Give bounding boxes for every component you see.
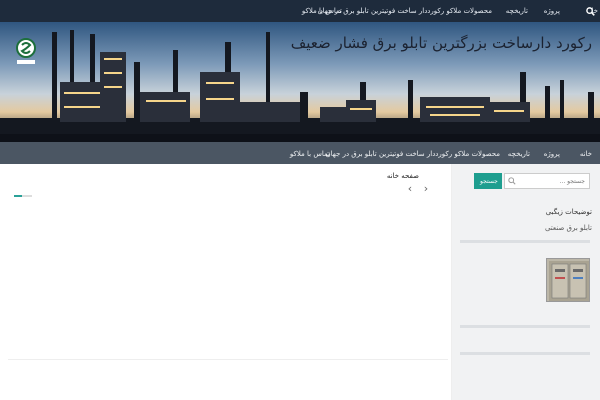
chevron-left-icon[interactable]: ‹ (405, 183, 415, 194)
panel-thumbnail-image[interactable] (546, 258, 590, 302)
main-nav: خانه پروژه تاریخچه محصولات ملاکو رکورددا… (0, 142, 600, 164)
top-bar: خا پروژه تاریخچه محصولات ملاکو رکورددار … (0, 0, 600, 22)
search-icon (508, 177, 516, 185)
search-submit-button[interactable]: جستجو (474, 173, 502, 189)
topbar-item-products[interactable]: محصولات ملاکو رکورددار ساخت فوتیترین تاب… (318, 7, 492, 15)
nav-item-history[interactable]: تاریخچه (508, 150, 530, 158)
sidebar-divider (460, 240, 590, 243)
topbar-item-projects[interactable]: پروژه (544, 7, 560, 15)
banner-title: رکورد دارساخت بزرگترین تابلو برق فشار ضع… (290, 34, 592, 52)
search-input[interactable] (504, 173, 590, 189)
topbar-item-contact[interactable]: تماس با ملاکو (302, 7, 342, 15)
sidebar-divider (460, 325, 590, 328)
chevron-right-icon[interactable]: › (421, 183, 431, 194)
widget-title: توضیحات زیگبی (545, 208, 592, 216)
content-divider (8, 359, 448, 360)
nav-item-home[interactable]: خانه (580, 150, 592, 158)
breadcrumb[interactable]: صفحه خانه (387, 172, 419, 180)
header-banner: رکورد دارساخت بزرگترین تابلو برق فشار ضع… (0, 22, 600, 142)
nav-item-projects[interactable]: پروژه (544, 150, 560, 158)
widget-link[interactable]: تابلو برق صنعتی (545, 224, 592, 232)
sidebar-divider (460, 352, 590, 355)
topbar-item-history[interactable]: تاریخچه (506, 7, 528, 15)
nav-item-products[interactable]: محصولات ملاکو رکورددار ساخت فوتیترین تاب… (326, 150, 500, 158)
slider-progress (14, 195, 32, 197)
sidebar-search: جستجو (474, 173, 590, 189)
slider-arrows: ‹ › (405, 183, 431, 194)
electrical-panel-image (549, 261, 589, 301)
main-content: صفحه خانه ‹ › (0, 164, 452, 400)
company-logo[interactable] (14, 37, 38, 67)
topbar-item-home[interactable]: خا (592, 7, 598, 15)
nav-item-contact[interactable]: تماس با ملاکو (290, 150, 330, 158)
logo-icon (16, 38, 36, 64)
